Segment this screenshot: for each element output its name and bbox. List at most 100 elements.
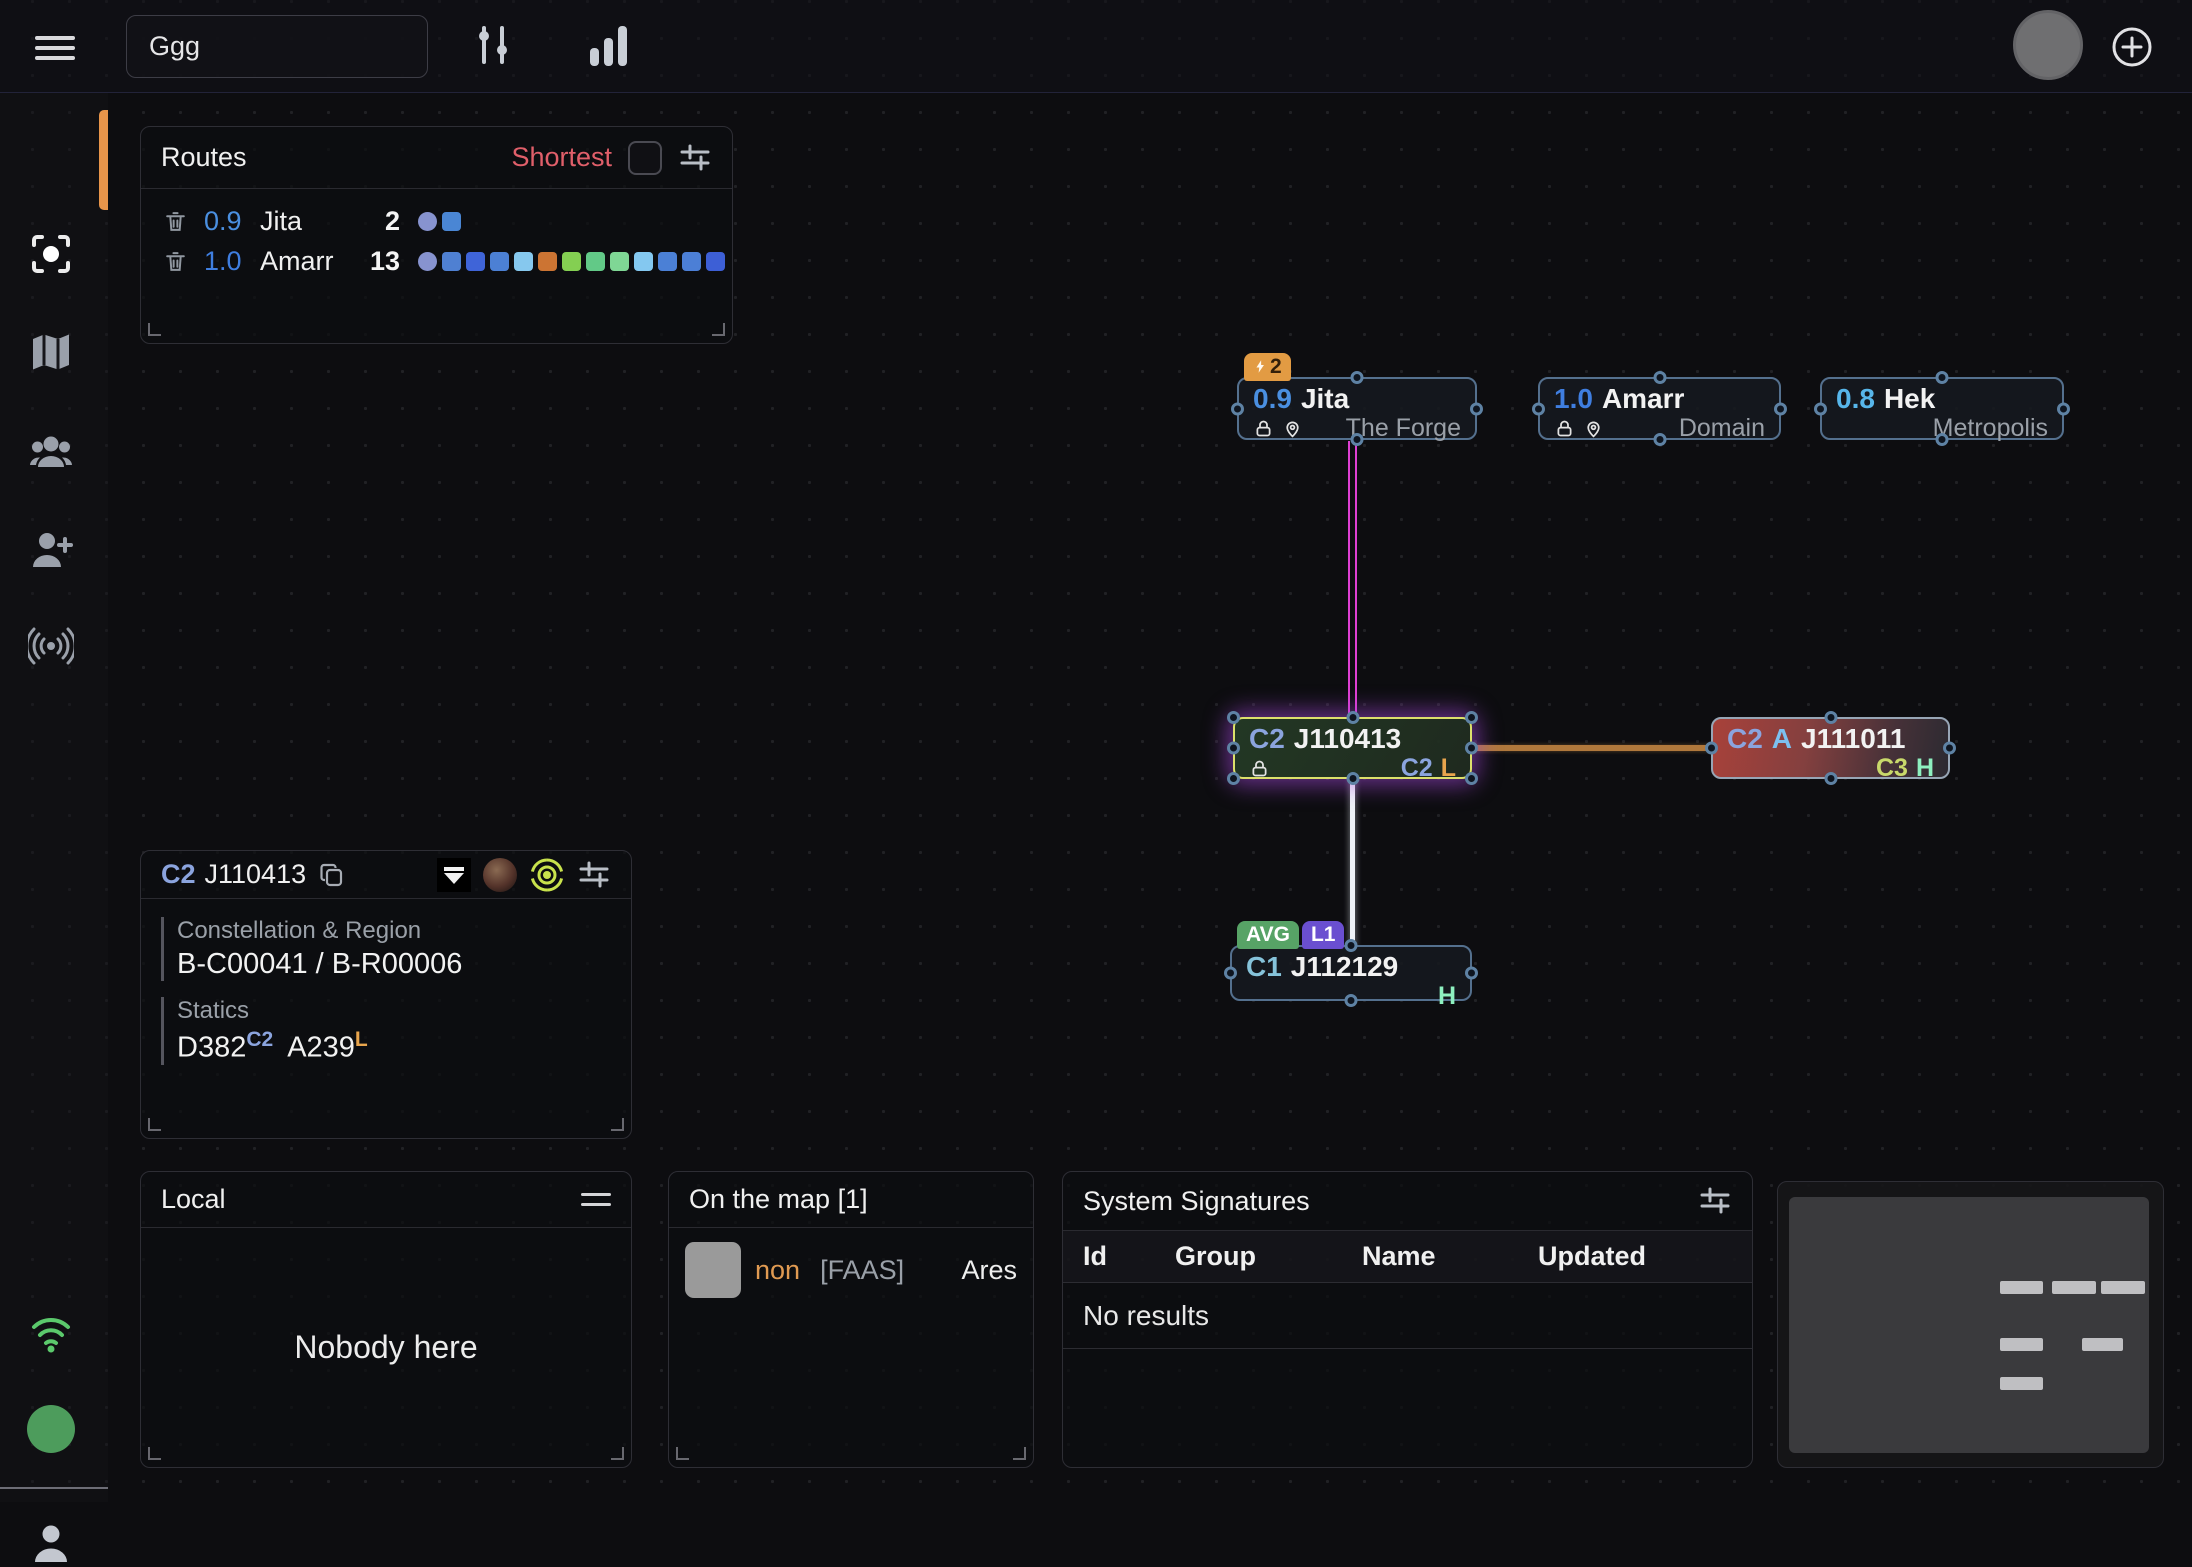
route-start-dot bbox=[418, 212, 437, 231]
connection-anchor[interactable] bbox=[1346, 711, 1359, 724]
node-badges: AVGL1 bbox=[1237, 921, 1344, 949]
signatures-column-updated[interactable]: Updated bbox=[1538, 1241, 1752, 1272]
node-title: C2J110413 bbox=[1249, 724, 1456, 753]
shortest-mode-label: Shortest bbox=[511, 142, 612, 173]
connection-anchor[interactable] bbox=[1227, 772, 1240, 785]
local-header: Local bbox=[141, 1172, 631, 1228]
connection-anchor[interactable] bbox=[1346, 772, 1359, 785]
copy-icon[interactable] bbox=[319, 862, 345, 888]
connection-anchor[interactable] bbox=[1351, 433, 1364, 446]
broadcast-icon[interactable] bbox=[28, 623, 74, 669]
connection-orange[interactable] bbox=[1471, 745, 1712, 751]
connection-anchor[interactable] bbox=[1345, 939, 1358, 952]
constellation-region-label: Constellation & Region bbox=[177, 917, 631, 945]
signatures-column-id[interactable]: Id bbox=[1083, 1241, 1175, 1272]
map-node-jita[interactable]: 0.9JitaThe Forge2 bbox=[1237, 377, 1477, 440]
on-the-map-panel: On the map [1] non [FAAS] Ares bbox=[668, 1171, 1034, 1468]
focus-tracking-icon[interactable] bbox=[28, 231, 74, 277]
map-node-c2-j110413[interactable]: C2J110413C2L bbox=[1233, 717, 1472, 779]
minimap-panel[interactable] bbox=[1777, 1181, 2164, 1468]
connection-anchor[interactable] bbox=[1824, 772, 1837, 785]
routes-list: 0.9Jita21.0Amarr13 bbox=[141, 189, 732, 281]
minimap-node-bar bbox=[2000, 1377, 2043, 1390]
connection-anchor[interactable] bbox=[1231, 402, 1244, 415]
route-jump-count: 2 bbox=[356, 206, 400, 237]
minimap-viewport[interactable] bbox=[1789, 1197, 2149, 1453]
local-body: Nobody here bbox=[141, 1228, 631, 1467]
people-icon[interactable] bbox=[28, 429, 74, 475]
node-title: 0.9Jita bbox=[1253, 384, 1461, 413]
pilot-name: non bbox=[755, 1255, 800, 1286]
connection-anchor[interactable] bbox=[1470, 402, 1483, 415]
shortest-checkbox[interactable] bbox=[628, 141, 662, 175]
statics-value: D382C2A239L bbox=[177, 1028, 631, 1065]
connection-anchor[interactable] bbox=[1227, 711, 1240, 724]
connection-anchor[interactable] bbox=[1465, 967, 1478, 980]
minimap-node-bar bbox=[2101, 1281, 2145, 1294]
connection-anchor[interactable] bbox=[1345, 994, 1358, 1007]
connection-anchor[interactable] bbox=[1824, 711, 1837, 724]
profile-icon[interactable] bbox=[28, 1521, 74, 1567]
pin-icon bbox=[1282, 418, 1303, 439]
routes-settings-icon[interactable] bbox=[678, 141, 712, 175]
connection-anchor[interactable] bbox=[1936, 433, 1949, 446]
connection-anchor[interactable] bbox=[1814, 402, 1827, 415]
local-empty-text: Nobody here bbox=[294, 1329, 477, 1366]
local-list-icon[interactable] bbox=[581, 1186, 611, 1213]
connection-anchor[interactable] bbox=[1224, 967, 1237, 980]
node-title: 0.8Hek bbox=[1836, 384, 2048, 413]
static-class-sup: L bbox=[355, 1028, 368, 1051]
signatures-column-group[interactable]: Group bbox=[1175, 1241, 1362, 1272]
route-destination: Jita bbox=[260, 206, 356, 237]
map-node-hek[interactable]: 0.8HekMetropolis bbox=[1820, 377, 2064, 440]
route-jump-count: 13 bbox=[356, 246, 400, 277]
map-icon[interactable] bbox=[28, 329, 74, 375]
pilot-row[interactable]: non [FAAS] Ares bbox=[669, 1228, 1033, 1298]
filter-sliders-icon[interactable] bbox=[470, 22, 516, 68]
map-node-c1-j112129[interactable]: C1J112129HAVGL1 bbox=[1230, 945, 1472, 1001]
node-title-part: A bbox=[1772, 724, 1792, 753]
connection-anchor[interactable] bbox=[1532, 402, 1545, 415]
connection-anchor[interactable] bbox=[1465, 742, 1478, 755]
connection-anchor[interactable] bbox=[1465, 772, 1478, 785]
route-row[interactable]: 0.9Jita2 bbox=[141, 201, 732, 241]
connection-magenta[interactable] bbox=[1348, 441, 1357, 718]
on-the-map-header: On the map [1] bbox=[669, 1172, 1033, 1228]
connection-anchor[interactable] bbox=[2057, 402, 2070, 415]
delete-route-icon[interactable] bbox=[163, 249, 188, 274]
statics-section: Statics D382C2A239L bbox=[161, 997, 631, 1065]
map-node-c2a-j111011[interactable]: C2AJ111011C3H bbox=[1711, 717, 1950, 779]
bar-chart-icon[interactable] bbox=[586, 22, 632, 68]
connection-anchor[interactable] bbox=[1653, 433, 1666, 446]
connection-anchor[interactable] bbox=[1774, 402, 1787, 415]
signatures-column-name[interactable]: Name bbox=[1362, 1241, 1538, 1272]
add-map-icon[interactable] bbox=[2110, 25, 2154, 69]
connection-anchor[interactable] bbox=[1227, 742, 1240, 755]
node-title-part: Jita bbox=[1301, 384, 1349, 413]
connection-anchor[interactable] bbox=[1936, 371, 1949, 384]
route-row[interactable]: 1.0Amarr13 bbox=[141, 241, 732, 281]
route-start-dot bbox=[418, 252, 437, 271]
person-add-icon[interactable] bbox=[28, 527, 74, 573]
connection-anchor[interactable] bbox=[1465, 711, 1478, 724]
minimap-node-bar bbox=[2000, 1281, 2043, 1294]
connection-anchor[interactable] bbox=[1653, 371, 1666, 384]
signatures-settings-icon[interactable] bbox=[1698, 1184, 1732, 1218]
map-node-amarr[interactable]: 1.0AmarrDomain bbox=[1538, 377, 1781, 440]
connection-anchor[interactable] bbox=[1943, 742, 1956, 755]
connection-anchor[interactable] bbox=[1705, 742, 1718, 755]
pilot-corp-ticker: [FAAS] bbox=[820, 1255, 904, 1286]
hamburger-menu-icon[interactable] bbox=[35, 30, 75, 64]
connection-anchor[interactable] bbox=[1351, 371, 1364, 384]
connection-white[interactable] bbox=[1350, 778, 1355, 946]
signatures-empty-text: No results bbox=[1063, 1283, 1752, 1349]
pilot-avatar bbox=[685, 1242, 741, 1298]
delete-route-icon[interactable] bbox=[163, 209, 188, 234]
route-jump-strip bbox=[418, 252, 725, 271]
system-class-label: C2 bbox=[161, 859, 196, 890]
system-settings-icon[interactable] bbox=[577, 858, 611, 892]
node-static-part: H bbox=[1438, 982, 1456, 1011]
map-name-input[interactable] bbox=[126, 15, 428, 78]
system-info-header: C2 J110413 bbox=[141, 851, 631, 899]
user-avatar[interactable] bbox=[2013, 10, 2083, 80]
